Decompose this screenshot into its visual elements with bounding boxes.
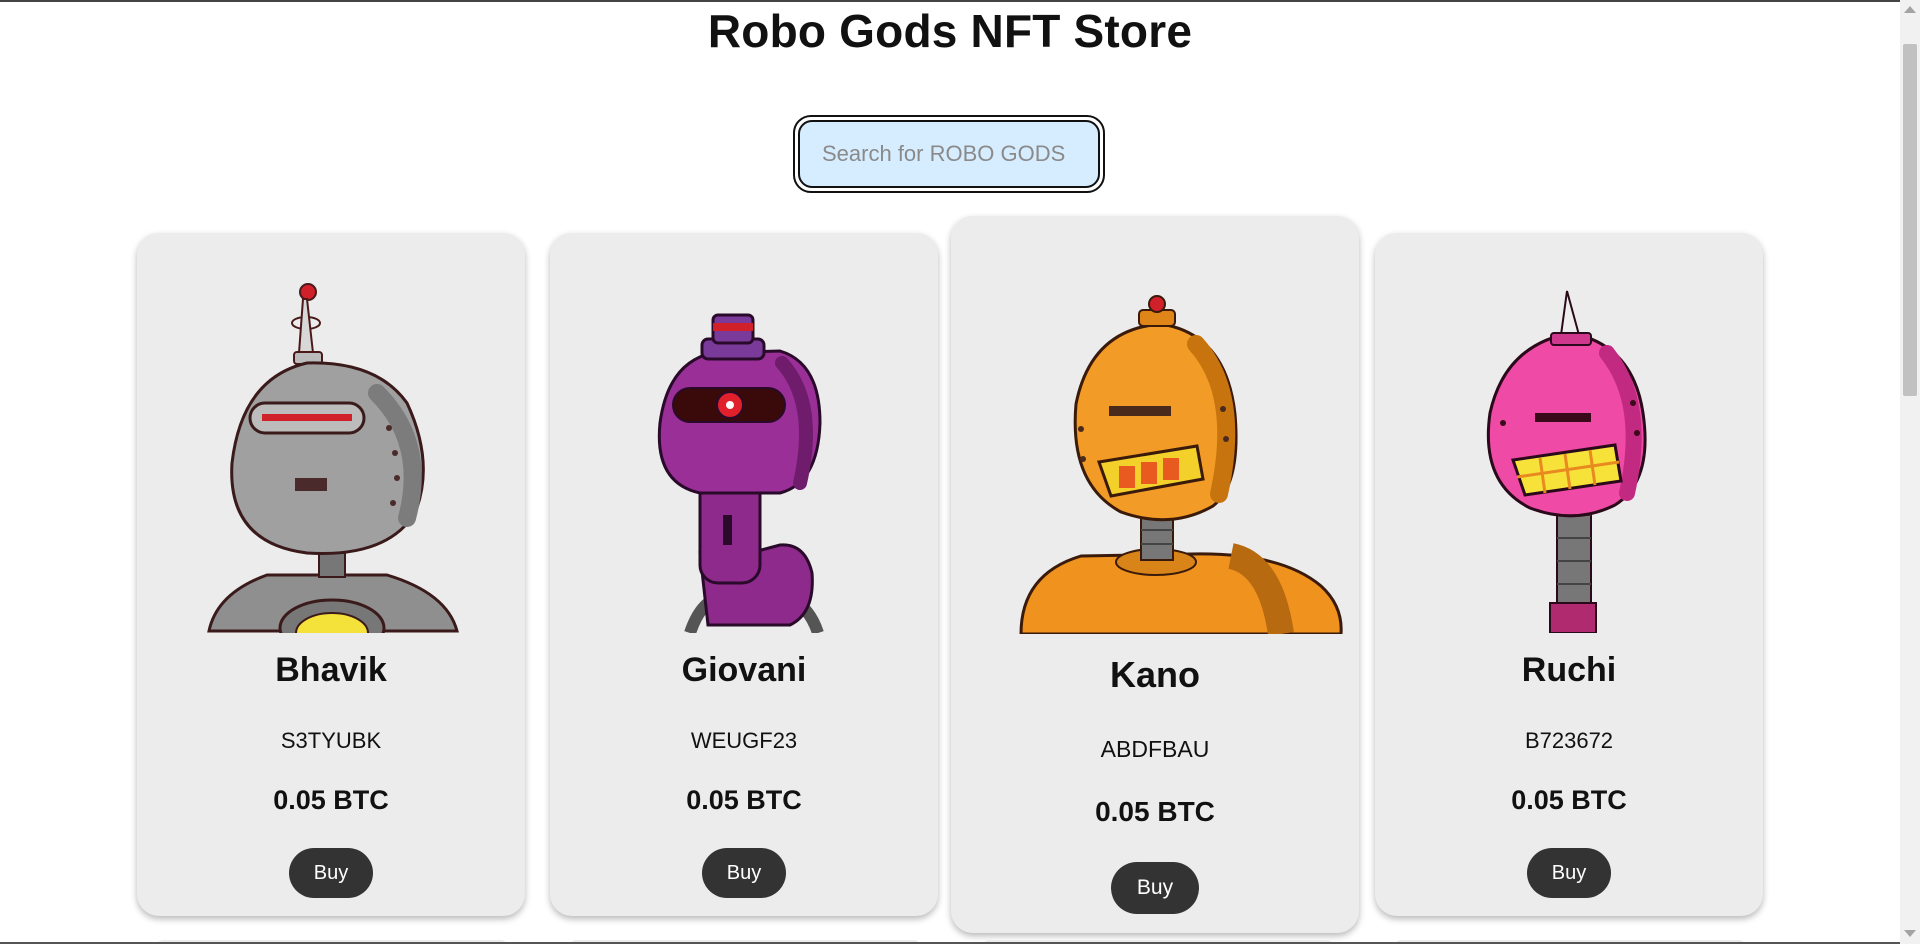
product-code: S3TYUBK bbox=[280, 728, 382, 753]
product-code: B723672 bbox=[1524, 728, 1614, 753]
gray-robot-icon bbox=[207, 283, 459, 633]
buy-button[interactable]: Buy bbox=[702, 848, 786, 898]
product-price: 0.05 BTC bbox=[1511, 785, 1627, 815]
purple-robot-icon bbox=[657, 313, 824, 633]
product-code: ABDFBAU bbox=[1100, 736, 1210, 762]
scrollbar-thumb[interactable] bbox=[1903, 44, 1917, 396]
scroll-up-arrow-icon[interactable] bbox=[1904, 6, 1916, 13]
top-border bbox=[0, 0, 1920, 2]
scroll-down-arrow-icon[interactable] bbox=[1904, 930, 1916, 937]
product-price: 0.05 BTC bbox=[686, 785, 802, 815]
product-card-ruchi: Ruchi B723672 0.05 BTC Buy bbox=[1375, 233, 1763, 916]
product-name: Bhavik bbox=[275, 651, 387, 689]
product-name: Ruchi bbox=[1521, 651, 1617, 689]
buy-button[interactable]: Buy bbox=[289, 848, 373, 898]
product-price: 0.05 BTC bbox=[273, 785, 389, 815]
viewport: Robo Gods NFT Store Bhavik S3TYUBK bbox=[0, 0, 1920, 944]
product-code: WEUGF23 bbox=[690, 728, 798, 753]
product-card-kano: Kano ABDFBAU 0.05 BTC Buy bbox=[951, 216, 1359, 933]
product-name: Giovani bbox=[681, 651, 807, 689]
pink-robot-icon bbox=[1486, 290, 1647, 633]
buy-button[interactable]: Buy bbox=[1527, 848, 1611, 898]
product-card-giovani: Giovani WEUGF23 0.05 BTC Buy bbox=[550, 233, 938, 916]
buy-button[interactable]: Buy bbox=[1111, 862, 1199, 914]
search-input[interactable] bbox=[798, 120, 1100, 188]
product-name: Kano bbox=[1110, 654, 1200, 695]
page-title: Robo Gods NFT Store bbox=[707, 5, 1193, 57]
product-price: 0.05 BTC bbox=[1095, 796, 1215, 827]
orange-robot-icon bbox=[1019, 295, 1343, 634]
search-box bbox=[793, 115, 1105, 193]
product-card-bhavik: Bhavik S3TYUBK 0.05 BTC Buy bbox=[137, 233, 525, 916]
